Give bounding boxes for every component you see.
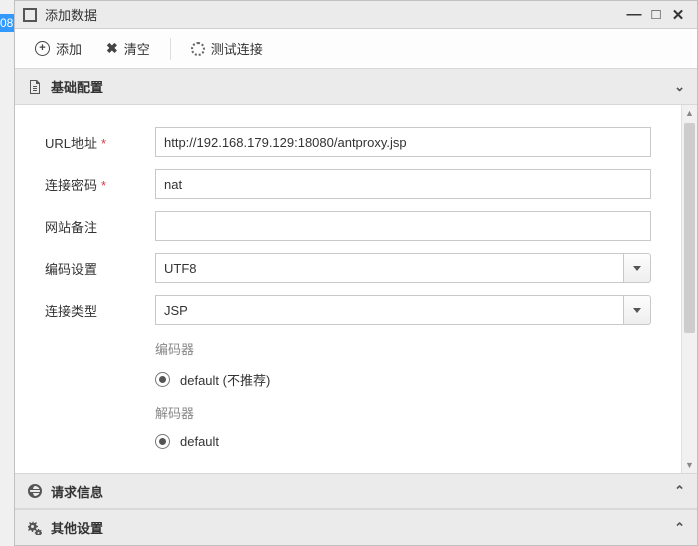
url-input[interactable]: [155, 127, 651, 157]
section-basic-header[interactable]: 基础配置 ⌄: [15, 69, 697, 105]
decoder-default-label: default: [180, 434, 219, 449]
remark-input[interactable]: [155, 211, 651, 241]
gears-icon: [27, 521, 43, 535]
chevron-up-icon: ⌃: [674, 520, 685, 536]
section-basic-title: 基础配置: [51, 77, 103, 96]
password-label: 连接密码*: [45, 175, 155, 194]
decoder-default-radio[interactable]: default: [155, 434, 651, 449]
add-data-window: 添加数据 — □ ✕ + 添加 ✖ 清空 测试连接 基础配置 ⌄: [14, 0, 698, 546]
encoding-dropdown-button[interactable]: [623, 253, 651, 283]
section-basic-body: URL地址* 连接密码* 网站备注 编码设置: [15, 105, 697, 473]
plus-circle-icon: +: [35, 41, 50, 56]
conn-type-select[interactable]: JSP: [155, 295, 623, 325]
encoding-row: 编码设置 UTF8: [45, 253, 651, 283]
remark-row: 网站备注: [45, 211, 651, 241]
window-icon: [23, 8, 37, 22]
toolbar: + 添加 ✖ 清空 测试连接: [15, 29, 697, 69]
x-icon: ✖: [106, 40, 118, 57]
encoder-heading: 编码器: [155, 339, 651, 358]
url-row: URL地址*: [45, 127, 651, 157]
loading-icon: [191, 42, 205, 56]
chevron-down-icon: ⌄: [674, 79, 685, 95]
decoder-heading: 解码器: [155, 403, 651, 422]
radio-icon: [155, 372, 170, 387]
radio-icon: [155, 434, 170, 449]
separator: [170, 38, 171, 60]
section-request-title: 请求信息: [51, 482, 103, 501]
clear-button-label: 清空: [124, 39, 150, 58]
section-other-header[interactable]: 其他设置 ⌃: [15, 509, 697, 545]
test-connection-label: 测试连接: [211, 39, 263, 58]
chevron-down-icon: [633, 308, 641, 313]
encoding-select[interactable]: UTF8: [155, 253, 623, 283]
browser-icon: [27, 484, 43, 498]
window-title: 添加数据: [45, 5, 97, 24]
encoder-default-label: default (不推荐): [180, 370, 270, 389]
section-other-title: 其他设置: [51, 518, 103, 537]
encoder-default-radio[interactable]: default (不推荐): [155, 370, 651, 389]
accordion: 基础配置 ⌄ URL地址* 连接密码* 网: [15, 69, 697, 545]
scroll-up-button[interactable]: ▲: [682, 105, 697, 121]
form-scroll-area: URL地址* 连接密码* 网站备注 编码设置: [15, 105, 681, 473]
test-connection-button[interactable]: 测试连接: [181, 34, 273, 63]
titlebar: 添加数据 — □ ✕: [15, 1, 697, 29]
conn-type-row: 连接类型 JSP: [45, 295, 651, 325]
add-button[interactable]: + 添加: [25, 34, 92, 63]
vertical-scrollbar[interactable]: ▲ ▼: [681, 105, 697, 473]
chevron-up-icon: ⌃: [674, 483, 685, 499]
chevron-down-icon: [633, 266, 641, 271]
remark-label: 网站备注: [45, 217, 155, 236]
encoding-label: 编码设置: [45, 259, 155, 278]
minimize-button[interactable]: —: [623, 6, 645, 23]
scrollbar-thumb[interactable]: [684, 123, 695, 333]
close-button[interactable]: ✕: [667, 6, 689, 24]
maximize-button[interactable]: □: [645, 6, 667, 23]
clear-button[interactable]: ✖ 清空: [96, 34, 160, 63]
password-input[interactable]: [155, 169, 651, 199]
password-row: 连接密码*: [45, 169, 651, 199]
conn-type-label: 连接类型: [45, 301, 155, 320]
url-label: URL地址*: [45, 133, 155, 152]
section-request-header[interactable]: 请求信息 ⌃: [15, 473, 697, 509]
conn-type-dropdown-button[interactable]: [623, 295, 651, 325]
scroll-down-button[interactable]: ▼: [682, 457, 697, 473]
add-button-label: 添加: [56, 39, 82, 58]
document-icon: [27, 80, 43, 94]
